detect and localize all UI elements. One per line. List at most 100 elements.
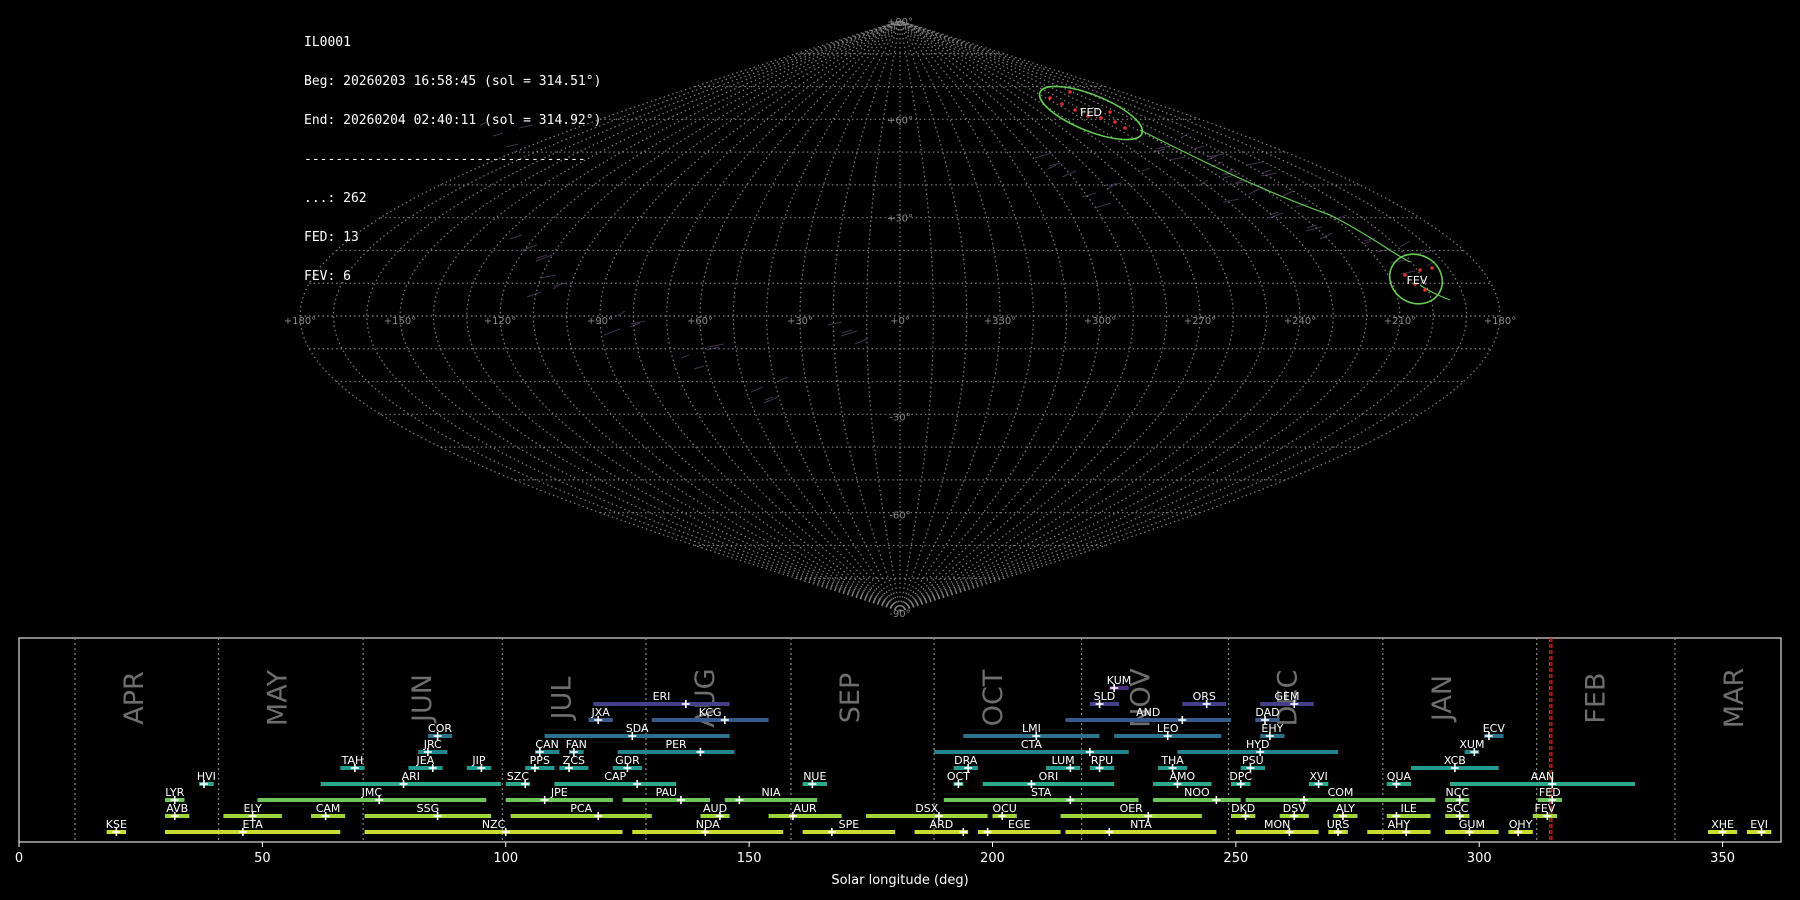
meteor-trail <box>505 143 519 148</box>
longitude-tick-label: +150° <box>384 316 416 327</box>
shower-code-label: JPE <box>550 786 568 799</box>
meteor-trail <box>1168 156 1186 161</box>
shower-code-label: LMI <box>1022 722 1041 735</box>
shower-code-label: KUM <box>1107 674 1131 687</box>
x-tick-label: 350 <box>1710 851 1735 866</box>
radiant-meteor-point <box>1113 120 1117 124</box>
month-label: SEP <box>835 673 866 723</box>
longitude-tick-label: +270° <box>1184 316 1216 327</box>
shower-code-label: CAM <box>316 802 341 815</box>
shower-code-label: KCG <box>699 706 722 719</box>
latitude-tick-label: -60° <box>889 511 910 522</box>
meteor-trail <box>1269 211 1279 216</box>
x-tick-label: 250 <box>1223 851 1248 866</box>
shower-code-label: XHE <box>1711 818 1734 831</box>
shower-code-label: CAP <box>604 770 626 783</box>
meteor-trail <box>603 328 621 336</box>
shower-code-label: AUR <box>793 802 817 815</box>
longitude-tick-label: +120° <box>484 316 516 327</box>
shower-code-label: OER <box>1120 802 1144 815</box>
x-tick-label: 50 <box>254 851 271 866</box>
month-label: JAN <box>1427 675 1458 723</box>
shower-code-label: COR <box>428 722 452 735</box>
shower-code-label: DRA <box>954 754 978 767</box>
shower-code-label: AVB <box>166 802 188 815</box>
shower-code-label: AUD <box>703 802 727 815</box>
longitude-tick-label: +330° <box>984 316 1016 327</box>
longitude-tick-label: +0° <box>890 316 910 327</box>
x-tick-label: 100 <box>493 851 518 866</box>
shower-code-label: XUM <box>1459 738 1484 751</box>
meteor-trail <box>693 365 705 370</box>
radiant-meteor-point <box>1423 288 1427 292</box>
shower-code-label: JMC <box>361 786 383 799</box>
shower-code-label: LUM <box>1051 754 1074 767</box>
shower-code-label: NDA <box>696 818 721 831</box>
shower-code-label: ERI <box>653 690 671 703</box>
shower-code-label: GUM <box>1459 818 1485 831</box>
meteor-trail <box>1389 259 1407 264</box>
month-label: FEB <box>1581 672 1612 723</box>
shower-code-label: NIA <box>762 786 781 799</box>
meteor-trail <box>1247 161 1263 166</box>
meteor-trail <box>840 330 858 337</box>
meteor-trail <box>750 386 764 393</box>
shower-code-label: PAU <box>656 786 678 799</box>
shower-code-label: SSG <box>417 802 440 815</box>
shower-code-label: OHY <box>1509 818 1533 831</box>
meteor-trail <box>1155 145 1171 150</box>
shower-code-label: RPU <box>1091 754 1113 767</box>
shower-code-label: ARD <box>930 818 954 831</box>
x-tick-label: 200 <box>980 851 1005 866</box>
meteor-trail <box>518 124 534 129</box>
shower-code-label: URS <box>1327 818 1350 831</box>
longitude-tick-label: +210° <box>1384 316 1416 327</box>
x-axis-label: Solar longitude (deg) <box>831 873 968 888</box>
radiant-meteor-point <box>1068 90 1072 94</box>
meteor-trail <box>707 343 725 348</box>
shower-code-label: ELY <box>243 802 262 815</box>
shower-code-label: LEO <box>1157 722 1179 735</box>
x-tick-label: 0 <box>15 851 23 866</box>
shower-code-label: SPE <box>839 818 860 831</box>
shower-code-label: NOO <box>1184 786 1210 799</box>
meteor-trail <box>1094 202 1112 209</box>
longitude-tick-label: +30° <box>787 316 813 327</box>
shower-code-label: PER <box>665 738 687 751</box>
longitude-tick-label: +180° <box>1484 316 1516 327</box>
shower-code-label: DPC <box>1229 770 1252 783</box>
shower-code-label: ARI <box>402 770 420 783</box>
shower-code-label: EGE <box>1008 818 1030 831</box>
month-label: APR <box>119 671 150 725</box>
shower-bars: KSE ETA NZC NDA SPE ARD EGE NTA MON URS AHY GUM OHY X… <box>106 674 1772 836</box>
longitude-labels: +180° +150° +120° +90° +60° +30° +0° +330° +300°… <box>284 316 1516 327</box>
longitude-tick-label: +240° <box>1284 316 1316 327</box>
meteor-trail <box>539 274 557 279</box>
shower-code-label: COM <box>1328 786 1354 799</box>
meteor-trail <box>1141 167 1151 172</box>
shower-code-label: SDA <box>626 722 649 735</box>
meteor-trail <box>509 234 523 240</box>
meteor-trail <box>522 244 538 251</box>
shower-code-label: TAH <box>341 754 364 767</box>
shower-code-label: DSV <box>1283 802 1306 815</box>
longitude-tick-label: +180° <box>284 316 316 327</box>
shower-code-label: KSE <box>106 818 127 831</box>
shower-code-label: OCT <box>947 770 970 783</box>
meteor-trail <box>1193 145 1205 150</box>
shower-code-label: FAN <box>566 738 587 751</box>
shower-code-label: QUA <box>1387 770 1412 783</box>
meteor-trail <box>1261 169 1273 174</box>
meteor-trail <box>1248 188 1260 195</box>
radiant-meteor-point <box>1108 110 1112 114</box>
sky-map: +180° +150° +120° +90° +60° +30° +0° +330° +300°… <box>284 17 1516 620</box>
meteor-trail <box>680 354 690 359</box>
fev-radiant-label: FEV <box>1407 274 1428 287</box>
meteor-trail <box>854 338 868 345</box>
latitude-tick-label: -90° <box>889 609 910 620</box>
shower-code-label: AHY <box>1388 818 1411 831</box>
shower-code-label: NZC <box>482 818 506 831</box>
meteor-trail <box>1306 224 1318 229</box>
shower-code-label: OCU <box>992 802 1016 815</box>
shower-code-label: AND <box>1136 706 1160 719</box>
